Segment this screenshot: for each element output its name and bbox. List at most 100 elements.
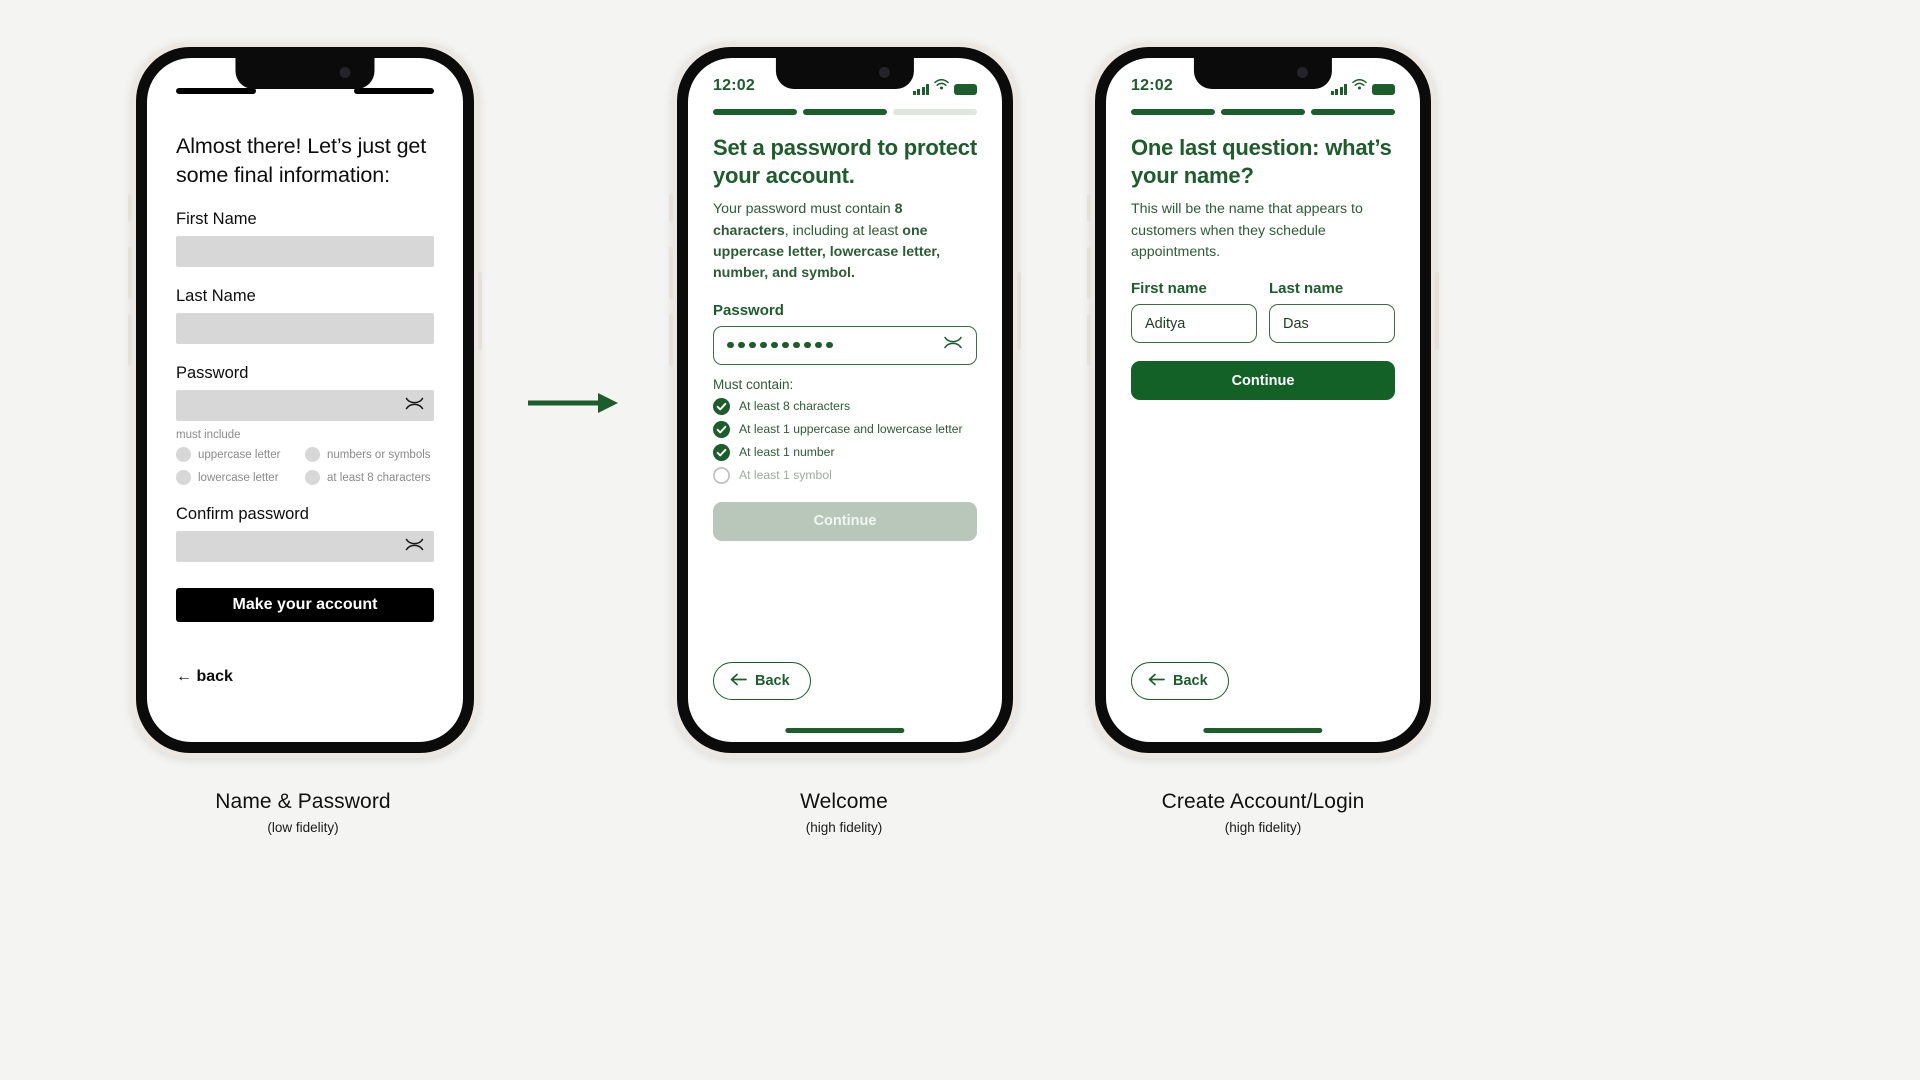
wifi-icon [1352, 77, 1367, 95]
volume-up-button [669, 247, 673, 299]
back-button[interactable]: Back [1131, 662, 1229, 700]
password-checklist: At least 8 characters At least 1 upperca… [713, 397, 977, 484]
first-name-input[interactable]: Aditya [1131, 304, 1257, 344]
requirement-label: lowercase letter [198, 471, 279, 484]
requirement-dot-icon [305, 447, 320, 463]
progress-step-filled [1131, 109, 1215, 115]
phone-mockup-welcome: 12:02 Set a password to protect your acc… [669, 42, 1021, 758]
desc-part: Your password must contain [713, 201, 895, 218]
check-circle-icon [713, 443, 730, 461]
progress-indicator [713, 109, 977, 115]
phone-frame: 12:02 [669, 42, 1021, 758]
page-title: Almost there! Let’s just get some final … [176, 134, 427, 188]
first-name-input[interactable] [176, 236, 434, 268]
password-requirements-grid: uppercase letter numbers or symbols lowe… [176, 447, 434, 486]
password-input[interactable] [176, 390, 434, 422]
last-name-input[interactable] [176, 313, 434, 345]
requirement-item: at least 8 characters [305, 470, 434, 486]
requirement-item: lowercase letter [176, 470, 305, 486]
checklist-item: At least 1 number [713, 443, 977, 461]
power-button [1435, 272, 1439, 350]
requirement-item: uppercase letter [176, 447, 305, 463]
checklist-label: At least 1 symbol [739, 468, 832, 482]
volume-up-button [1087, 247, 1091, 299]
caption-welcome: Welcome (high fidelity) [634, 790, 1054, 835]
checklist-item: At least 1 symbol [713, 466, 977, 484]
page-description: This will be the name that appears to cu… [1131, 201, 1363, 260]
screen-name-password: Almost there! Let’s just get some final … [147, 58, 463, 742]
page-title: Set a password to protect your account. [713, 135, 977, 189]
volume-up-button [128, 247, 132, 299]
caption-fidelity: (high fidelity) [805, 820, 883, 835]
eye-off-icon[interactable] [405, 397, 424, 415]
first-name-label: First Name [176, 210, 257, 229]
eye-off-icon[interactable] [943, 336, 963, 354]
first-name-field-group: First name Aditya [1131, 280, 1257, 344]
progress-indicator [1131, 109, 1395, 115]
caption-fidelity: (low fidelity) [267, 820, 339, 835]
phone-frame: 12:02 [1087, 42, 1439, 758]
silent-switch [128, 194, 132, 222]
requirement-dot-icon [305, 470, 320, 486]
check-circle-icon [713, 420, 730, 438]
flow-arrow [527, 390, 620, 421]
volume-down-button [669, 314, 673, 366]
volume-down-button [1087, 314, 1091, 366]
progress-step-filled [1221, 109, 1305, 115]
screen-create-account: 12:02 One last question: what’s your nam… [1106, 58, 1420, 742]
progress-step-filled [1311, 109, 1395, 115]
last-name-field-group: Last name Das [1269, 280, 1395, 344]
page-description: Your password must contain 8 characters,… [713, 199, 977, 284]
progress-step-empty [893, 109, 977, 115]
caption-create-account: Create Account/Login (high fidelity) [1053, 790, 1473, 835]
phone-mockup-create-account: 12:02 One last question: what’s your nam… [1087, 42, 1439, 758]
name-fields-row: First name Aditya Last name Das [1131, 280, 1395, 344]
password-input[interactable] [713, 325, 977, 365]
phone-bezel: Almost there! Let’s just get some final … [136, 47, 474, 753]
status-bar: 12:02 [713, 58, 977, 98]
notch [235, 58, 375, 89]
continue-button[interactable]: Continue [713, 501, 977, 541]
confirm-password-label: Confirm password [176, 505, 309, 524]
home-indicator [1203, 728, 1323, 733]
password-masked-value [727, 341, 833, 349]
requirement-label: at least 8 characters [327, 471, 431, 484]
first-name-label: First name [1131, 280, 1207, 298]
status-indicators [1330, 77, 1395, 95]
caption-name-password: Name & Password (low fidelity) [93, 790, 513, 835]
power-button [1017, 272, 1021, 350]
back-button[interactable]: Back [713, 662, 811, 700]
cellular-signal-icon [912, 84, 929, 95]
checklist-item: At least 8 characters [713, 397, 977, 415]
eye-off-icon[interactable] [405, 538, 424, 556]
continue-button[interactable]: Continue [1131, 361, 1395, 401]
caption-title: Create Account/Login [1161, 790, 1365, 813]
requirement-item: numbers or symbols [305, 447, 434, 463]
caption-fidelity: (high fidelity) [1224, 820, 1302, 835]
make-account-button[interactable]: Make your account [176, 588, 434, 623]
volume-down-button [128, 314, 132, 366]
requirement-dot-icon [176, 447, 191, 463]
back-button-label: Back [755, 673, 790, 689]
checklist-label: At least 1 number [739, 445, 835, 459]
last-name-label: Last Name [176, 287, 256, 306]
phone-frame: Almost there! Let’s just get some final … [128, 42, 482, 758]
back-link[interactable]: ← back [176, 668, 434, 686]
checklist-label: At least 1 uppercase and lowercase lette… [739, 422, 963, 436]
arrow-left-icon [730, 673, 747, 690]
checklist-label: At least 8 characters [739, 399, 851, 413]
last-name-input[interactable]: Das [1269, 304, 1395, 344]
confirm-password-input[interactable] [176, 531, 434, 563]
status-bar: 12:02 [1131, 58, 1395, 98]
requirement-label: uppercase letter [198, 448, 281, 461]
status-indicators [912, 77, 977, 95]
screen-welcome: 12:02 Set a password to protect your acc… [688, 58, 1002, 742]
status-right-placeholder [354, 88, 434, 94]
confirm-password-field-group: Confirm password [176, 505, 434, 563]
last-name-field-group: Last Name [176, 287, 434, 345]
camera-icon [339, 67, 351, 78]
battery-icon [1372, 83, 1395, 95]
requirement-dot-icon [176, 470, 191, 486]
phone-bezel: 12:02 [1095, 47, 1431, 753]
checklist-item: At least 1 uppercase and lowercase lette… [713, 420, 977, 438]
